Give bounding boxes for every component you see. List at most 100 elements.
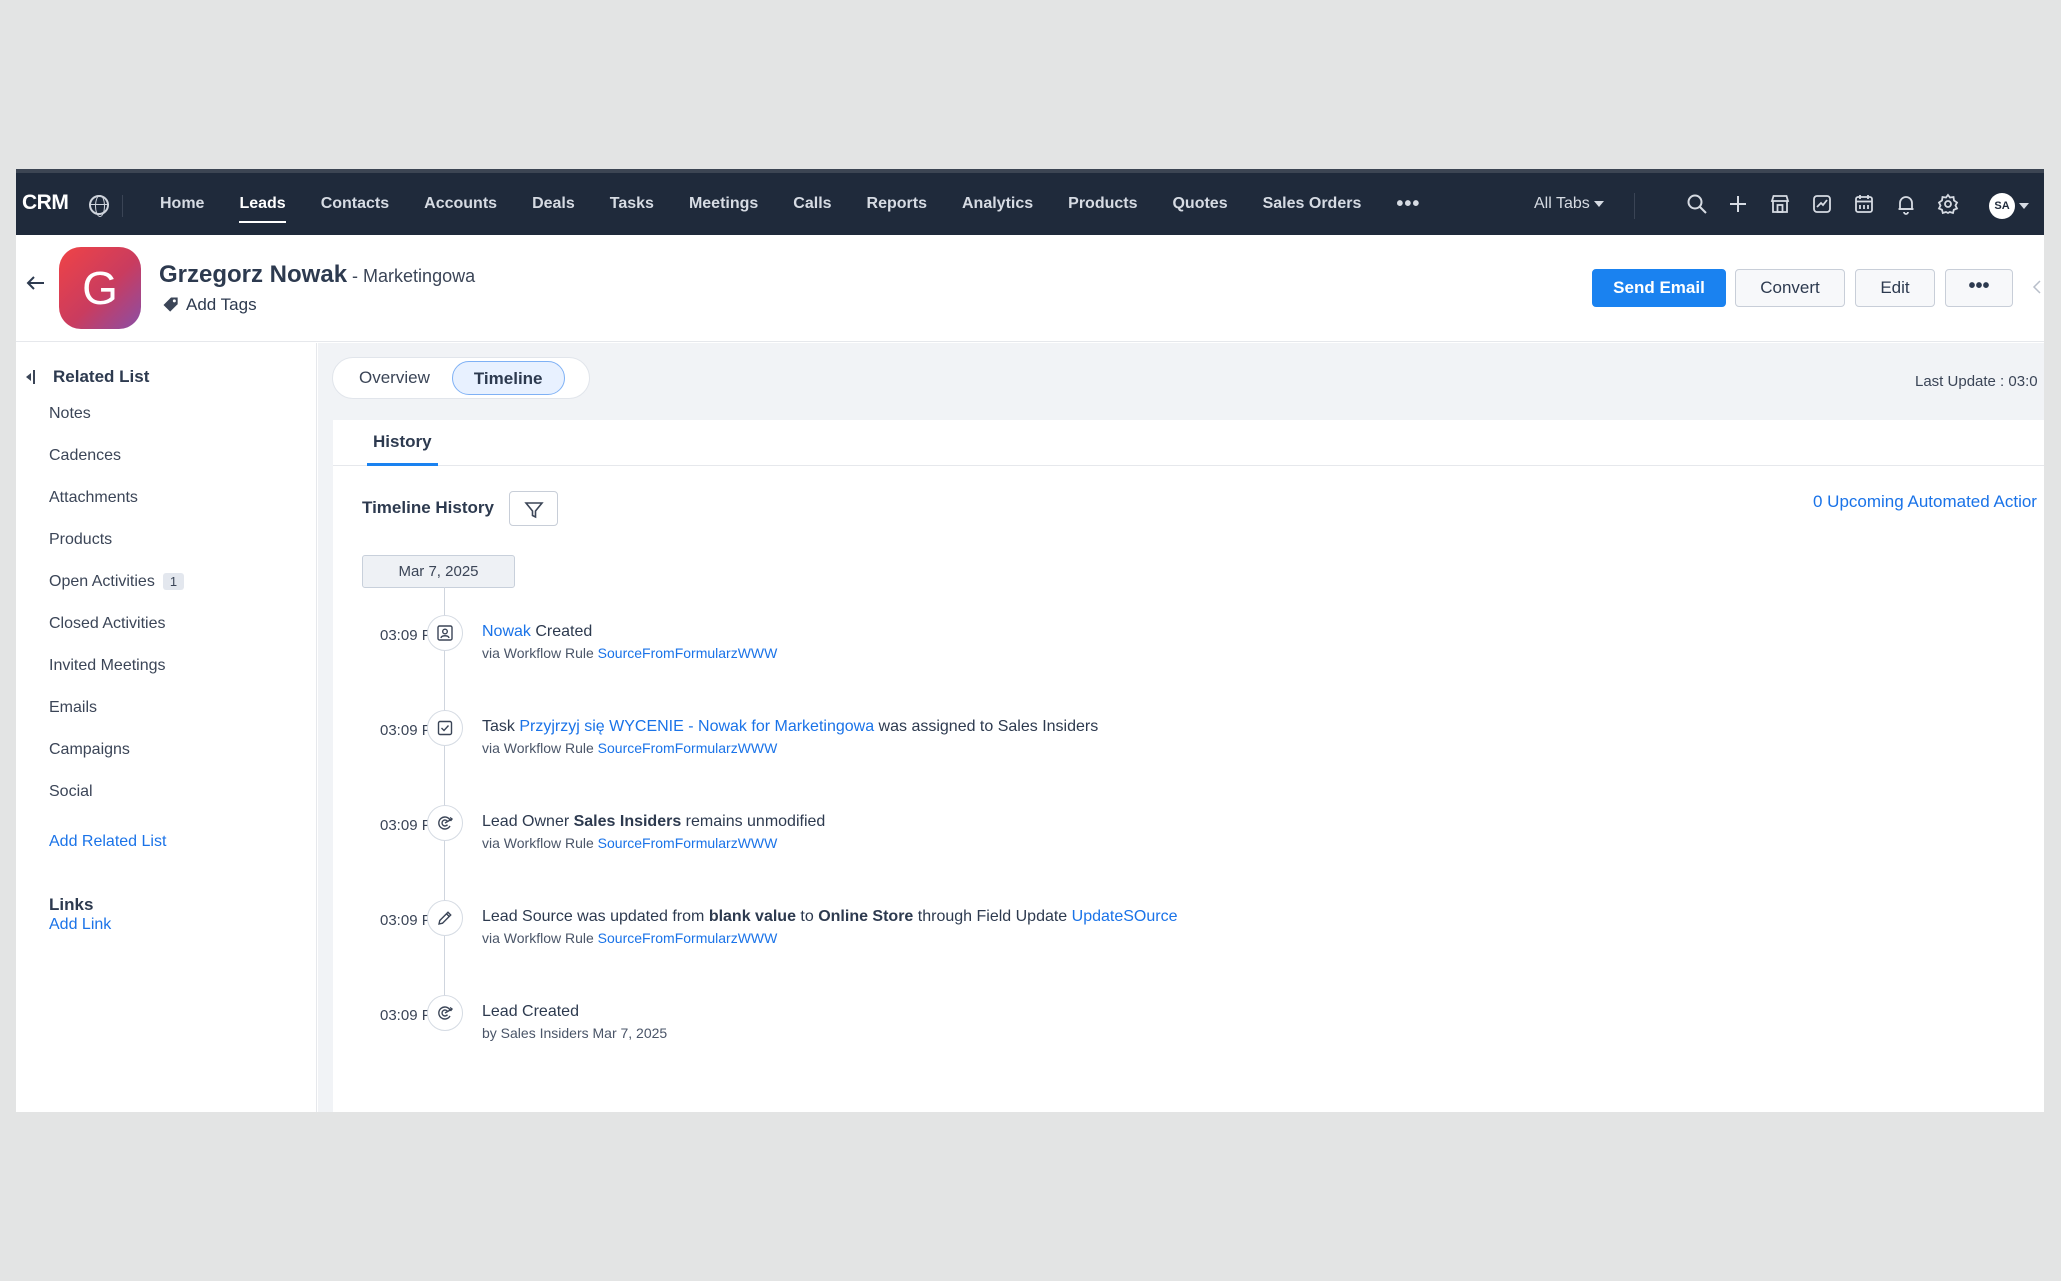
sidebar-item-label: Notes — [49, 405, 91, 422]
back-arrow-icon[interactable] — [24, 271, 48, 295]
nav-tab-tasks[interactable]: Tasks — [610, 173, 654, 235]
related-list-title: Related List — [53, 367, 150, 386]
search-icon[interactable] — [1685, 192, 1709, 216]
entry-emphasis: Online Store — [818, 908, 914, 925]
related-list-header[interactable]: Related List — [23, 367, 149, 387]
entry-text: Lead Created — [482, 1003, 579, 1020]
nav-divider — [122, 195, 123, 217]
all-tabs-dropdown[interactable]: All Tabs — [1534, 195, 1604, 213]
workflow-rule-link[interactable]: SourceFromFormularzWWW — [598, 835, 778, 851]
workflow-rule-link[interactable]: SourceFromFormularzWWW — [598, 740, 778, 756]
sidebar-item-closed-activities[interactable]: Closed Activities — [49, 615, 166, 633]
related-list-sidebar: Related List Notes Cadences Attachments Pro… — [16, 343, 317, 1112]
entry-text: Lead Source was updated from — [482, 908, 709, 925]
entry-source: via Workflow Rule SourceFromFormularzWWW — [482, 645, 777, 661]
tab-history[interactable]: History — [367, 432, 438, 466]
entry-emphasis: blank value — [708, 908, 796, 925]
gear-icon[interactable] — [1936, 192, 1960, 216]
caret-down-icon[interactable] — [2019, 203, 2029, 209]
marketplace-icon[interactable] — [1768, 192, 1792, 216]
sidebar-item-cadences[interactable]: Cadences — [49, 447, 121, 465]
timeline-history-title: Timeline History — [362, 498, 494, 517]
sidebar-item-label: Emails — [49, 699, 98, 716]
nav-tab-home[interactable]: Home — [160, 173, 204, 235]
sidebar-item-campaigns[interactable]: Campaigns — [49, 741, 130, 759]
timeline-panel: History Timeline History 0 Upcoming Auto… — [333, 420, 2044, 1112]
nav-tab-products[interactable]: Products — [1068, 173, 1137, 235]
timeline-date-chip: Mar 7, 2025 — [362, 555, 515, 588]
nav-tab-quotes[interactable]: Quotes — [1172, 173, 1227, 235]
entry-source: via Workflow Rule SourceFromFormularzWWW — [482, 740, 777, 756]
entry-description: Lead Created — [482, 1003, 579, 1021]
add-related-list-link[interactable]: Add Related List — [49, 833, 166, 851]
calendar-icon[interactable] — [1852, 192, 1876, 216]
edit-button[interactable]: Edit — [1855, 269, 1935, 307]
timeline-entry: 03:09 PM Lead Created by Sales Insiders Ma… — [333, 995, 2044, 1055]
entry-text: through Field Update — [913, 908, 1072, 925]
entry-text: Task — [482, 718, 520, 735]
all-tabs-label: All Tabs — [1534, 195, 1590, 212]
nav-tab-contacts[interactable]: Contacts — [321, 173, 389, 235]
crm-app: CRM Home Leads Contacts Accounts Deals Tasks M… — [16, 169, 2044, 1112]
nav-tab-meetings[interactable]: Meetings — [689, 173, 758, 235]
nav-tab-deals[interactable]: Deals — [532, 173, 575, 235]
record-separator: - — [347, 266, 364, 286]
filter-button[interactable] — [509, 491, 558, 526]
nav-tab-calls[interactable]: Calls — [793, 173, 831, 235]
nav-tab-sales-orders[interactable]: Sales Orders — [1263, 173, 1362, 235]
tab-overview[interactable]: Overview — [337, 361, 452, 395]
nav-divider — [1634, 193, 1635, 219]
nav-tab-analytics[interactable]: Analytics — [962, 173, 1033, 235]
add-link[interactable]: Add Link — [49, 916, 111, 934]
entry-source-prefix: via Workflow Rule — [482, 835, 598, 851]
sidebar-item-products[interactable]: Products — [49, 531, 112, 549]
entry-text: was assigned to Sales Insiders — [874, 718, 1099, 735]
lead-target-icon — [427, 995, 463, 1031]
sidebar-item-label: Closed Activities — [49, 615, 166, 632]
filter-icon — [524, 502, 544, 519]
sidebar-item-open-activities[interactable]: Open Activities 1 — [49, 573, 185, 591]
entry-link[interactable]: UpdateSOurce — [1072, 908, 1178, 925]
chevron-left-icon[interactable] — [2030, 279, 2044, 295]
entry-text: Created — [530, 623, 593, 640]
workflow-rule-link[interactable]: SourceFromFormularzWWW — [598, 645, 778, 661]
sidebar-item-attachments[interactable]: Attachments — [49, 489, 138, 507]
collapse-sidebar-icon[interactable] — [23, 368, 37, 386]
entry-link[interactable]: Przyjrzyj się WYCENIE - Nowak for Market… — [519, 718, 874, 735]
task-check-icon — [427, 710, 463, 746]
sidebar-item-emails[interactable]: Emails — [49, 699, 97, 717]
entry-source: by Sales Insiders Mar 7, 2025 — [482, 1025, 667, 1041]
sidebar-item-invited-meetings[interactable]: Invited Meetings — [49, 657, 166, 675]
nav-tab-accounts[interactable]: Accounts — [424, 173, 497, 235]
tab-timeline[interactable]: Timeline — [451, 361, 565, 395]
sidebar-item-label: Open Activities — [49, 573, 155, 590]
add-tags-button[interactable]: Add Tags — [161, 295, 257, 315]
plus-icon[interactable] — [1726, 192, 1750, 216]
crm-logo[interactable]: CRM — [22, 191, 69, 215]
bell-icon[interactable] — [1894, 192, 1918, 216]
convert-button[interactable]: Convert — [1735, 269, 1845, 307]
nav-tab-leads[interactable]: Leads — [239, 173, 286, 235]
nav-tab-reports[interactable]: Reports — [867, 173, 927, 235]
sidebar-item-notes[interactable]: Notes — [49, 405, 91, 423]
upcoming-automated-actions-link[interactable]: 0 Upcoming Automated Actior — [1813, 492, 2037, 512]
lead-target-icon — [427, 805, 463, 841]
top-nav: CRM Home Leads Contacts Accounts Deals Tasks M… — [16, 169, 2044, 235]
timeline-entry: 03:09 PM Task Przyjrzyj się WYCENIE - Now… — [333, 710, 2044, 770]
more-actions-button[interactable]: ••• — [1945, 269, 2013, 307]
entry-emphasis: Sales Insiders — [573, 813, 682, 830]
user-avatar[interactable]: SA — [1989, 193, 2015, 219]
entry-source-prefix: via Workflow Rule — [482, 740, 598, 756]
more-tabs-icon[interactable]: ••• — [1396, 173, 1420, 235]
workflow-rule-link[interactable]: SourceFromFormularzWWW — [598, 930, 778, 946]
entry-link[interactable]: Nowak — [482, 623, 531, 640]
sidebar-item-social[interactable]: Social — [49, 783, 93, 801]
timeline-entry: 03:09 PM Lead Owner Sales Insiders remain… — [333, 805, 2044, 865]
module-tabs: Home Leads Contacts Accounts Deals Tasks Meeti… — [160, 173, 1455, 235]
count-badge: 1 — [162, 573, 185, 590]
entry-description: Task Przyjrzyj się WYCENIE - Nowak for M… — [482, 718, 1098, 736]
signals-icon[interactable] — [1810, 192, 1834, 216]
globe-icon[interactable] — [89, 195, 109, 217]
send-email-button[interactable]: Send Email — [1592, 269, 1726, 307]
entry-description: Nowak Created — [482, 623, 592, 641]
